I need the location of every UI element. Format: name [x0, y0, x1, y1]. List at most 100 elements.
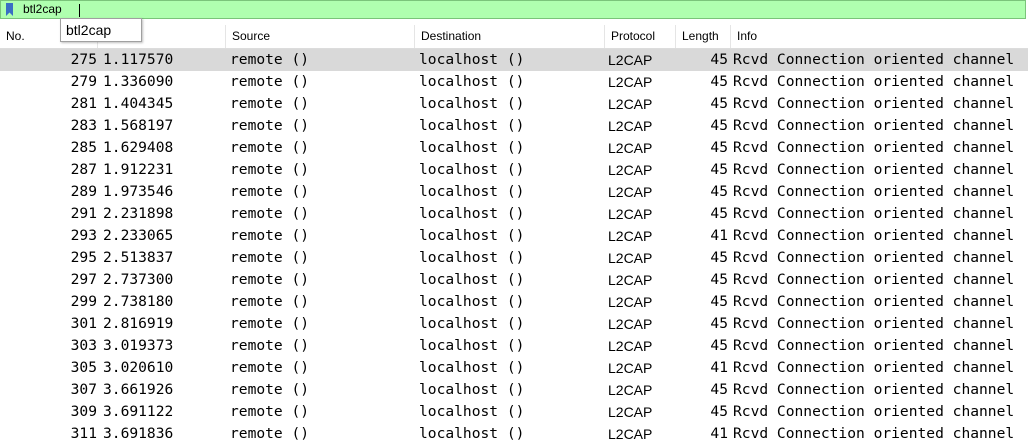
- text-caret: [79, 4, 80, 17]
- column-header-destination[interactable]: Destination: [415, 25, 605, 48]
- packet-protocol: L2CAP: [608, 74, 653, 90]
- packet-destination: localhost (): [419, 227, 525, 244]
- packet-protocol: L2CAP: [608, 162, 653, 178]
- packet-number: 303: [70, 337, 97, 354]
- packet-protocol: L2CAP: [608, 316, 653, 332]
- packet-length: 45: [710, 271, 728, 288]
- table-row[interactable]: 295 2.513837 remote () localhost () L2CAP 45 R…: [0, 247, 1028, 269]
- packet-time: 3.691122: [103, 403, 174, 420]
- packet-info: Rcvd Connection oriented channel: [733, 161, 1015, 178]
- table-row[interactable]: 301 2.816919 remote () localhost () L2CAP 45 R…: [0, 313, 1028, 335]
- packet-info: Rcvd Connection oriented channel: [733, 271, 1015, 288]
- packet-time: 2.231898: [103, 205, 174, 222]
- packet-time: 2.737300: [103, 271, 174, 288]
- table-row[interactable]: 291 2.231898 remote () localhost () L2CAP 45 R…: [0, 203, 1028, 225]
- packet-number: 293: [70, 227, 97, 244]
- table-row[interactable]: 303 3.019373 remote () localhost () L2CAP 45 R…: [0, 335, 1028, 357]
- packet-source: remote (): [230, 139, 310, 156]
- packet-length: 41: [710, 227, 728, 244]
- packet-protocol: L2CAP: [608, 140, 653, 156]
- packet-info: Rcvd Connection oriented channel: [733, 425, 1015, 442]
- packet-time: 3.020610: [103, 359, 174, 376]
- packet-number: 289: [70, 183, 97, 200]
- table-row[interactable]: 297 2.737300 remote () localhost () L2CAP 45 R…: [0, 269, 1028, 291]
- packet-info: Rcvd Connection oriented channel: [733, 381, 1015, 398]
- table-row[interactable]: 283 1.568197 remote () localhost () L2CAP 45 R…: [0, 115, 1028, 137]
- packet-info: Rcvd Connection oriented channel: [733, 249, 1015, 266]
- packet-length: 45: [710, 95, 728, 112]
- packet-time: 1.912231: [103, 161, 174, 178]
- packet-time: 2.513837: [103, 249, 174, 266]
- packet-number: 311: [70, 425, 97, 442]
- packet-destination: localhost (): [419, 205, 525, 222]
- packet-length: 41: [710, 359, 728, 376]
- table-row[interactable]: 285 1.629408 remote () localhost () L2CAP 45 R…: [0, 137, 1028, 159]
- packet-length: 45: [710, 205, 728, 222]
- table-row[interactable]: 287 1.912231 remote () localhost () L2CAP 45 R…: [0, 159, 1028, 181]
- packet-protocol: L2CAP: [608, 96, 653, 112]
- packet-destination: localhost (): [419, 425, 525, 442]
- packet-destination: localhost (): [419, 183, 525, 200]
- packet-destination: localhost (): [419, 73, 525, 90]
- packet-info: Rcvd Connection oriented channel: [733, 293, 1015, 310]
- table-row[interactable]: 299 2.738180 remote () localhost () L2CAP 45 R…: [0, 291, 1028, 313]
- packet-info: Rcvd Connection oriented channel: [733, 337, 1015, 354]
- packet-time: 1.568197: [103, 117, 174, 134]
- packet-source: remote (): [230, 117, 310, 134]
- table-row[interactable]: 309 3.691122 remote () localhost () L2CAP 45 R…: [0, 401, 1028, 423]
- packet-source: remote (): [230, 73, 310, 90]
- packet-length: 45: [710, 51, 728, 68]
- packet-info: Rcvd Connection oriented channel: [733, 359, 1015, 376]
- table-row[interactable]: 307 3.661926 remote () localhost () L2CAP 45 R…: [0, 379, 1028, 401]
- packet-list-header: No. Source Destination Protocol Length I…: [0, 25, 1028, 49]
- table-row[interactable]: 293 2.233065 remote () localhost () L2CAP 41 R…: [0, 225, 1028, 247]
- filter-autocomplete-popup: btl2cap: [60, 18, 142, 42]
- table-row[interactable]: 281 1.404345 remote () localhost () L2CAP 45 R…: [0, 93, 1028, 115]
- table-row[interactable]: 311 3.691836 remote () localhost () L2CAP 41 R…: [0, 423, 1028, 445]
- display-filter-input[interactable]: [23, 2, 1013, 17]
- packet-protocol: L2CAP: [608, 52, 653, 68]
- packet-info: Rcvd Connection oriented channel: [733, 95, 1015, 112]
- display-filter-bar[interactable]: [0, 0, 1026, 19]
- packet-time: 2.233065: [103, 227, 174, 244]
- packet-time: 1.117570: [103, 51, 174, 68]
- packet-length: 45: [710, 73, 728, 90]
- packet-source: remote (): [230, 51, 310, 68]
- packet-info: Rcvd Connection oriented channel: [733, 183, 1015, 200]
- packet-number: 309: [70, 403, 97, 420]
- packet-source: remote (): [230, 249, 310, 266]
- packet-protocol: L2CAP: [608, 228, 653, 244]
- table-row[interactable]: 275 1.117570 remote () localhost () L2CAP 45 R…: [0, 49, 1028, 71]
- packet-number: 301: [70, 315, 97, 332]
- packet-destination: localhost (): [419, 337, 525, 354]
- packet-number: 287: [70, 161, 97, 178]
- packet-info: Rcvd Connection oriented channel: [733, 227, 1015, 244]
- packet-number: 283: [70, 117, 97, 134]
- packet-source: remote (): [230, 315, 310, 332]
- table-row[interactable]: 279 1.336090 remote () localhost () L2CAP 45 R…: [0, 71, 1028, 93]
- packet-destination: localhost (): [419, 403, 525, 420]
- packet-destination: localhost (): [419, 51, 525, 68]
- packet-info: Rcvd Connection oriented channel: [733, 73, 1015, 90]
- packet-source: remote (): [230, 227, 310, 244]
- packet-source: remote (): [230, 183, 310, 200]
- column-header-length[interactable]: Length: [676, 25, 731, 48]
- packet-number: 295: [70, 249, 97, 266]
- column-header-source[interactable]: Source: [226, 25, 415, 48]
- packet-protocol: L2CAP: [608, 426, 653, 442]
- autocomplete-suggestion[interactable]: btl2cap: [61, 19, 141, 41]
- table-row[interactable]: 305 3.020610 remote () localhost () L2CAP 41 R…: [0, 357, 1028, 379]
- table-row[interactable]: 289 1.973546 remote () localhost () L2CAP 45 R…: [0, 181, 1028, 203]
- packet-protocol: L2CAP: [608, 206, 653, 222]
- packet-time: 3.661926: [103, 381, 174, 398]
- packet-length: 45: [710, 381, 728, 398]
- packet-info: Rcvd Connection oriented channel: [733, 139, 1015, 156]
- column-header-info[interactable]: Info: [731, 25, 1028, 48]
- column-header-protocol[interactable]: Protocol: [605, 25, 676, 48]
- bookmark-icon[interactable]: [5, 3, 14, 16]
- packet-length: 45: [710, 161, 728, 178]
- packet-length: 45: [710, 403, 728, 420]
- packet-protocol: L2CAP: [608, 184, 653, 200]
- packet-destination: localhost (): [419, 117, 525, 134]
- packet-info: Rcvd Connection oriented channel: [733, 51, 1015, 68]
